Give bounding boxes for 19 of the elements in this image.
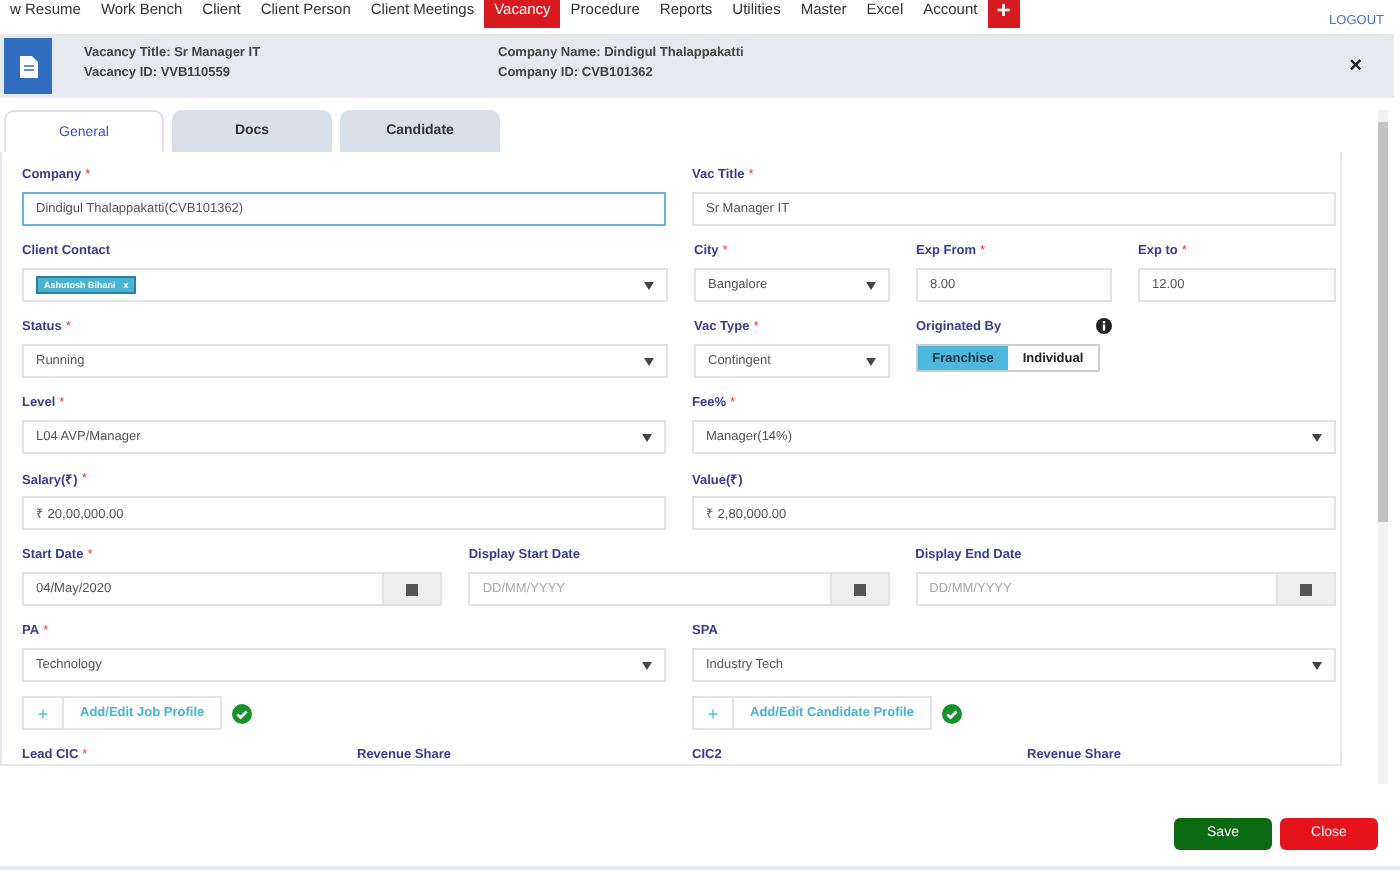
caret-icon: [1312, 433, 1322, 441]
calendar-icon: [853, 583, 866, 595]
calendar-button[interactable]: [382, 572, 443, 606]
caret-icon: [642, 433, 652, 441]
caret-icon: [866, 281, 876, 289]
calendar-button[interactable]: [1275, 572, 1336, 606]
calendar-icon: [406, 583, 419, 595]
document-icon: [4, 38, 52, 94]
caret-icon: [644, 357, 654, 365]
caret-icon: [1312, 661, 1322, 669]
caret-icon: [866, 357, 876, 365]
caret-icon: [642, 661, 652, 669]
caret-icon: [644, 281, 654, 289]
calendar-icon: [1299, 583, 1312, 595]
close-button[interactable]: ×: [1349, 54, 1362, 78]
calendar-button[interactable]: [829, 572, 890, 606]
scrollbar[interactable]: [1378, 110, 1388, 784]
info-icon[interactable]: [1096, 318, 1112, 334]
add-button[interactable]: +: [987, 0, 1020, 28]
